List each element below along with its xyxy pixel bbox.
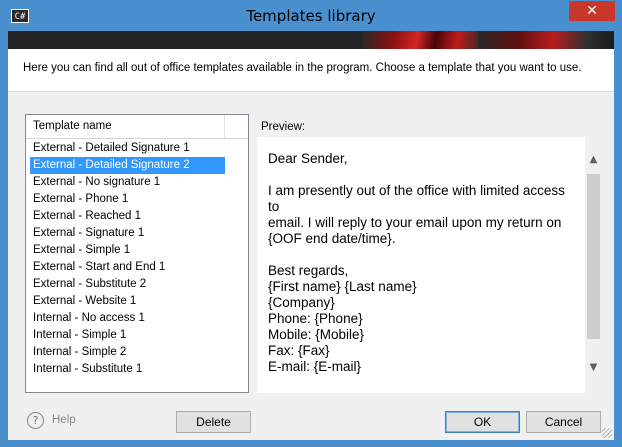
dialog-body: Here you can find all out of office temp… (8, 31, 614, 440)
list-item[interactable]: Internal - Simple 2 (30, 344, 225, 361)
close-button[interactable]: ✕ (569, 1, 615, 21)
preview-line: Dear Sender, (268, 151, 348, 166)
preview-line: Best regards, (268, 263, 349, 278)
list-header: Template name (26, 115, 248, 139)
scroll-down-arrow-icon[interactable]: ▼ (585, 359, 602, 376)
list-item[interactable]: External - No signature 1 (30, 174, 225, 191)
preview-line: E-mail: {E-mail} (268, 359, 362, 374)
banner-graphic (363, 31, 483, 49)
list-item[interactable]: External - Substitute 2 (30, 276, 225, 293)
preview-line: email. I will reply to your email upon m… (268, 215, 562, 230)
list-item[interactable]: External - Reached 1 (30, 208, 225, 225)
preview-line: I am presently out of the office with li… (268, 183, 565, 214)
list-item[interactable]: Internal - Substitute 1 (30, 361, 225, 378)
description-text: Here you can find all out of office temp… (23, 62, 582, 74)
list-item[interactable]: External - Detailed Signature 2 (30, 157, 225, 174)
scroll-up-arrow-icon[interactable]: ▲ (585, 151, 602, 168)
column-header-template-name[interactable]: Template name (26, 115, 225, 138)
help-label: Help (52, 414, 76, 426)
preview-line: Fax: {Fax} (268, 343, 330, 358)
preview-line (268, 167, 578, 183)
ok-button[interactable]: OK (445, 411, 520, 433)
list-item[interactable]: External - Phone 1 (30, 191, 225, 208)
list-item[interactable]: External - Simple 1 (30, 242, 225, 259)
list-item[interactable]: Internal - No access 1 (30, 310, 225, 327)
list-item[interactable]: External - Detailed Signature 1 (30, 140, 225, 157)
preview-label: Preview: (261, 121, 306, 133)
list-item[interactable]: External - Start and End 1 (30, 259, 225, 276)
scroll-thumb[interactable] (587, 174, 600, 339)
list-item[interactable]: External - Signature 1 (30, 225, 225, 242)
list-item[interactable]: Internal - Simple 1 (30, 327, 225, 344)
preview-line (268, 247, 578, 263)
help-icon: ? (27, 412, 44, 429)
preview-line: {Company} (268, 295, 335, 310)
preview-line: {First name} {Last name} (268, 279, 417, 294)
preview-pane[interactable]: Dear Sender, I am presently out of the of… (257, 137, 602, 393)
templates-library-window: C# Templates library ✕ Here you can find… (0, 0, 622, 447)
title-bar[interactable]: C# Templates library ✕ (1, 1, 621, 31)
list-items: External - Detailed Signature 1 External … (30, 140, 225, 378)
close-icon: ✕ (586, 3, 598, 19)
description-panel: Here you can find all out of office temp… (8, 49, 614, 92)
banner-graphic-right (478, 31, 614, 49)
cancel-button[interactable]: Cancel (526, 411, 601, 433)
delete-button[interactable]: Delete (176, 411, 251, 433)
list-item[interactable]: External - Website 1 (30, 293, 225, 310)
template-list[interactable]: Template name External - Detailed Signat… (25, 114, 249, 393)
preview-line: Mobile: {Mobile} (268, 327, 365, 342)
preview-text: Dear Sender, I am presently out of the of… (268, 151, 578, 375)
preview-line: {OOF end date/time}. (268, 231, 396, 246)
window-title: Templates library (246, 7, 376, 25)
resize-grip-icon[interactable] (602, 428, 612, 438)
preview-scrollbar[interactable]: ▲ ▼ (585, 137, 602, 393)
preview-line: Phone: {Phone} (268, 311, 363, 326)
header-banner (8, 31, 614, 49)
column-header-label: Template name (33, 120, 112, 132)
